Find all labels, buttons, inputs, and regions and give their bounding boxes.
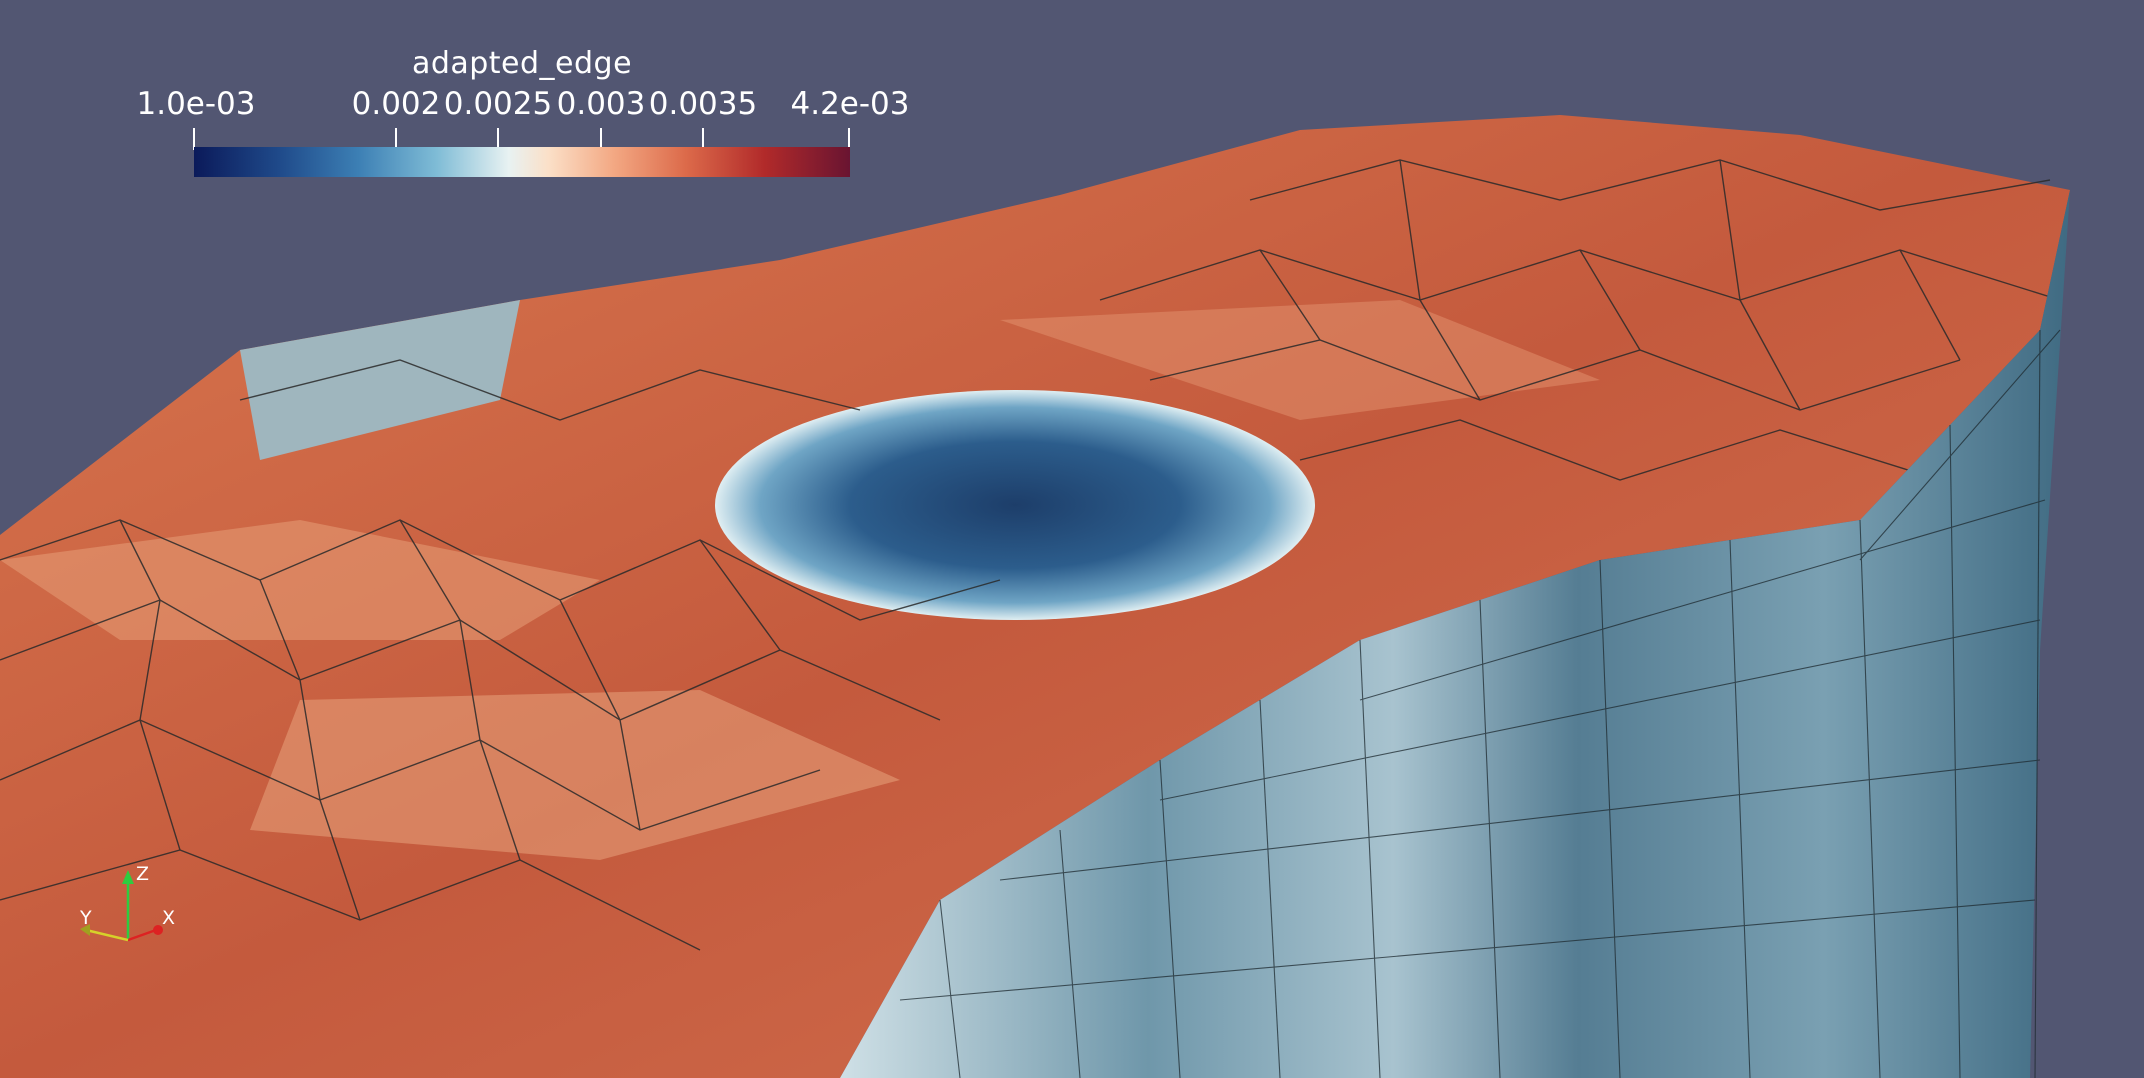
scalar-bar-tick-label: 0.003 — [556, 86, 646, 122]
x-axis — [127, 928, 157, 942]
y-axis — [85, 928, 129, 942]
orientation-axes-widget[interactable]: Z X Y — [66, 860, 176, 960]
scalar-bar-title: adapted_edge — [411, 46, 633, 81]
z-axis-arrow-icon — [122, 870, 134, 884]
z-axis-label: Z — [136, 863, 149, 885]
mesh-hole — [715, 390, 1315, 620]
scalar-bar-tick-label: 0.002 — [351, 86, 441, 122]
scalar-bar-max-label: 4.2e-03 — [790, 86, 910, 122]
render-viewport[interactable]: adapted_edge 1.0e-03 0.002 0.0025 0.003 … — [0, 0, 2144, 1078]
scalar-bar-colormap — [194, 147, 850, 177]
x-axis-label: X — [162, 907, 175, 929]
scalar-bar-tick-label: 0.0025 — [443, 86, 553, 122]
scalar-bar-min-label: 1.0e-03 — [136, 86, 256, 122]
scalar-bar-tick-label: 0.0035 — [648, 86, 758, 122]
y-axis-label: Y — [79, 907, 92, 929]
